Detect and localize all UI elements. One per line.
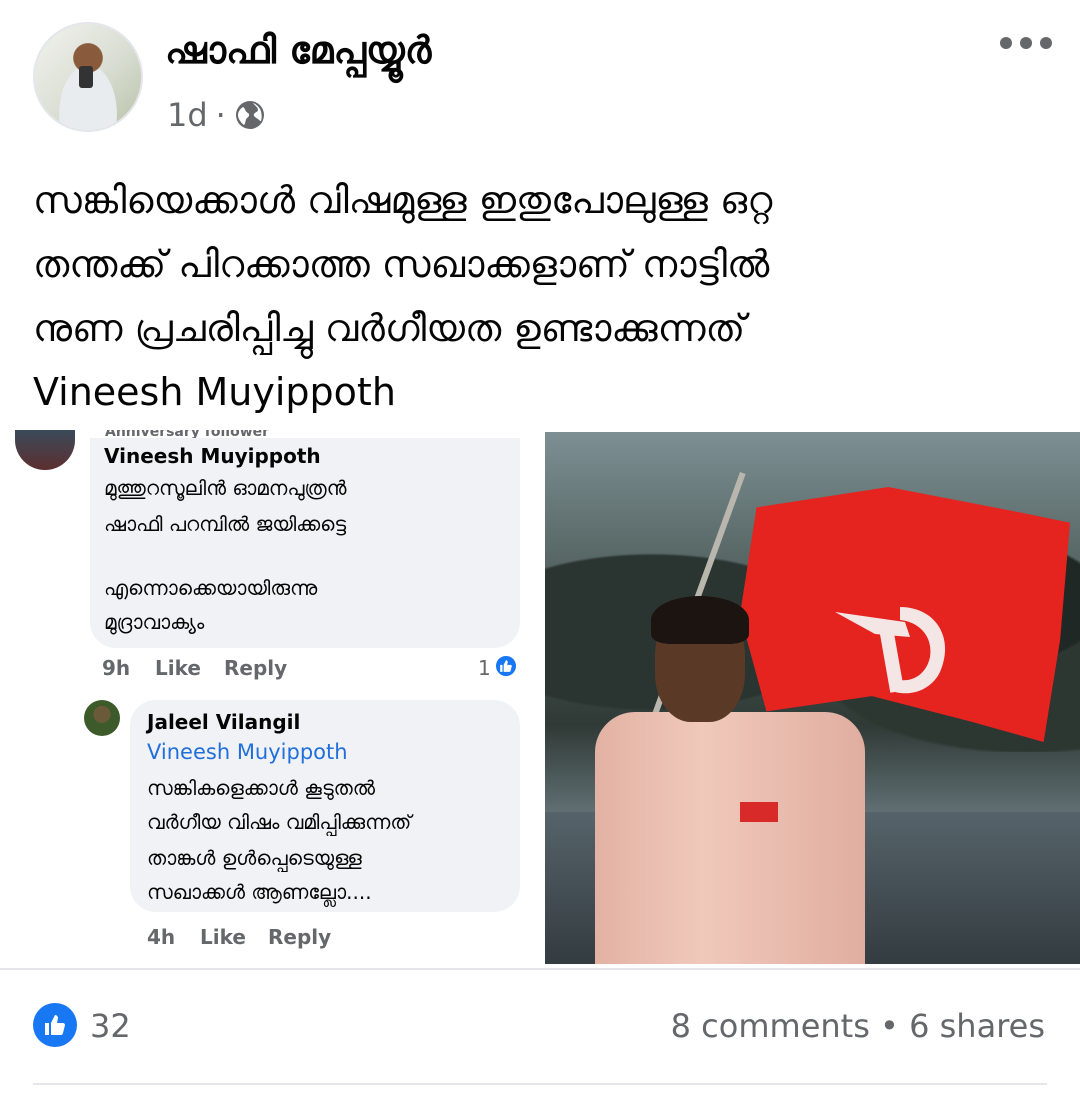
dot-icon: [1040, 37, 1052, 49]
stats-separator: •: [880, 1007, 899, 1045]
reply-line: സങ്കികളെക്കാൾ കൂടുതൽ: [147, 776, 375, 800]
thumbs-up-icon: [494, 654, 518, 678]
reaction-count: 1: [478, 656, 491, 680]
post-media[interactable]: Anniversary follower Vineesh Muyippoth മ…: [0, 430, 1080, 970]
dot-icon: [1000, 37, 1012, 49]
comment-line: മുത്തുറസൂലിൻ ഓമനപുത്രൻ: [104, 476, 347, 500]
like-count[interactable]: 32: [90, 1007, 131, 1045]
comment-time: 9h: [102, 656, 131, 680]
globe-icon: [235, 101, 264, 129]
person-figure: [595, 596, 865, 964]
post-text-line: സങ്കിയെക്കാൾ വിഷമുള്ള ഇതുപോലുള്ള ഒറ്റ: [33, 178, 773, 222]
engagement-stats: 8 comments • 6 shares: [671, 1007, 1045, 1045]
author-avatar[interactable]: [33, 22, 143, 132]
author-name[interactable]: ഷാഫി മേപ്പയ്യൂർ: [165, 28, 431, 73]
post-text-line: നുണ പ്രചരിപ്പിച്ചു വർഗീയത ഉണ്ടാക്കുന്നത്: [33, 306, 746, 350]
reply-line: സഖാക്കൾ ആണല്ലോ....: [147, 880, 372, 904]
mention-link: Vineesh Muyippoth: [147, 740, 348, 764]
like-reaction-icon[interactable]: [33, 1003, 77, 1047]
post-footer: 32 8 comments • 6 shares: [0, 995, 1080, 1065]
footer-divider: [33, 1083, 1047, 1085]
reply-like-label: Like: [200, 925, 246, 949]
comment-screenshot-image[interactable]: Anniversary follower Vineesh Muyippoth മ…: [0, 430, 535, 965]
replier-name: Jaleel Vilangil: [147, 710, 301, 734]
comment-line: മുദ്രാവാക്യം: [104, 610, 205, 634]
comment-line: എന്നൊക്കെയായിരുന്നു: [104, 576, 318, 600]
commenter-name: Vineesh Muyippoth: [104, 444, 321, 468]
media-divider: [0, 968, 1080, 970]
meta-separator: ·: [215, 96, 226, 134]
comment-reply-label: Reply: [224, 656, 288, 680]
comment-like-label: Like: [155, 656, 201, 680]
commenter-avatar: [15, 430, 75, 470]
comment-line: ഷാഫി പറമ്പിൽ ജയിക്കട്ടെ: [104, 512, 347, 536]
reply-line: താങ്കൾ ഉൾപ്പെടെയുള്ള: [147, 846, 362, 870]
post-text: സങ്കിയെക്കാൾ വിഷമുള്ള ഇതുപോലുള്ള ഒറ്റ തന…: [33, 168, 1043, 424]
flag-photo[interactable]: [545, 432, 1080, 964]
reply-line: വർഗീയ വിഷം വമിപ്പിക്കുന്നത്: [147, 810, 412, 834]
reply-reply-label: Reply: [268, 925, 332, 949]
post-meta: 1d ·: [167, 96, 266, 134]
comments-count[interactable]: 8 comments: [671, 1007, 870, 1045]
post-text-line: തന്തക്ക് പിറക്കാത്ത സഖാക്കളാണ് നാട്ടിൽ: [33, 242, 770, 286]
post-header: ഷാഫി മേപ്പയ്യൂർ 1d ·: [0, 0, 1080, 150]
reply-time: 4h: [147, 925, 176, 949]
shares-count[interactable]: 6 shares: [909, 1007, 1045, 1045]
post-time[interactable]: 1d: [167, 96, 208, 134]
dot-icon: [1020, 37, 1032, 49]
replier-avatar: [84, 700, 120, 736]
more-options-button[interactable]: [1000, 28, 1052, 58]
post-text-line: Vineesh Muyippoth: [33, 370, 396, 414]
